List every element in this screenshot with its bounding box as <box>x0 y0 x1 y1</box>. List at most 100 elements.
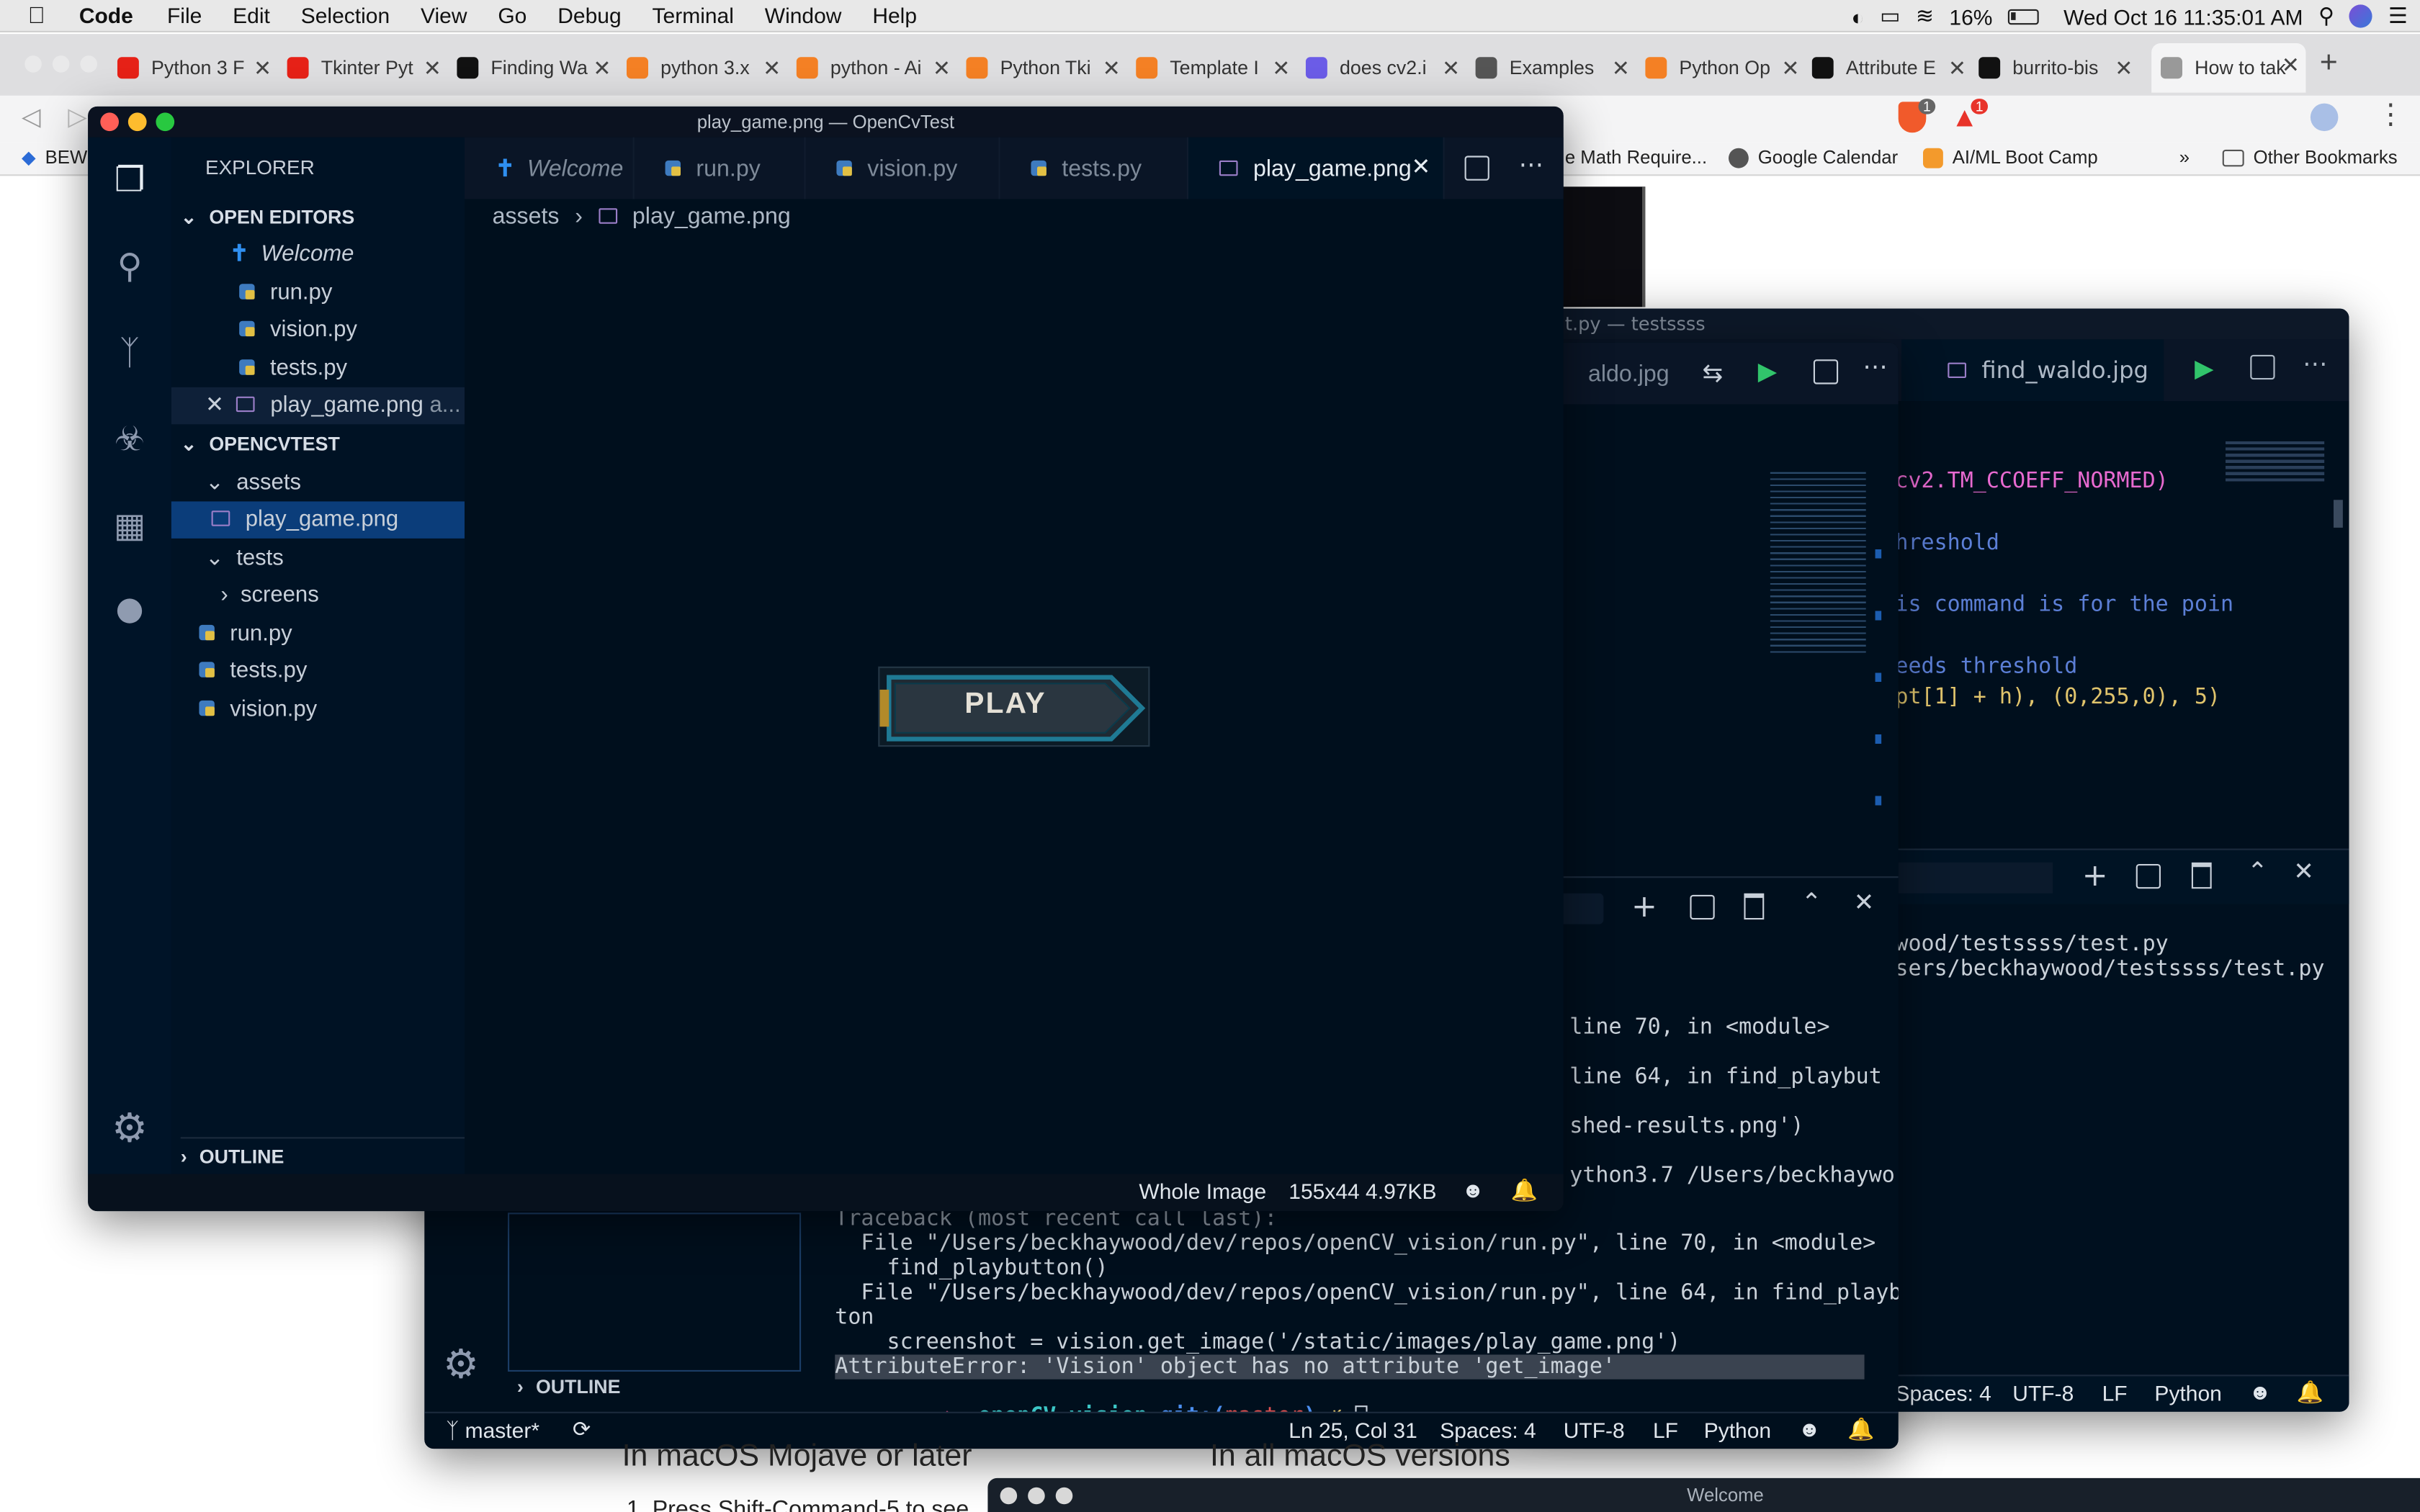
forward-icon[interactable]: ▷ <box>68 102 86 132</box>
search-icon[interactable]: ⚲ <box>109 248 150 289</box>
browser-tab[interactable]: burrito-bis ✕ <box>1978 46 2139 89</box>
tree-folder-tests[interactable]: ⌄ tests <box>205 540 498 577</box>
open-editor-play-game-png[interactable]: ✕ play_game.png a... <box>171 387 465 425</box>
menu-terminal[interactable]: Terminal <box>653 3 734 27</box>
battery-icon[interactable] <box>2007 8 2039 24</box>
debug-icon[interactable]: ☣ <box>109 421 150 462</box>
trash-icon[interactable] <box>2191 862 2212 889</box>
status-spaces[interactable]: Spaces: 4 <box>1895 1381 1991 1405</box>
browser-tab[interactable]: python - Ai ✕ <box>796 46 957 89</box>
extension-icon[interactable] <box>2310 103 2339 132</box>
close-button[interactable] <box>1000 1487 1018 1505</box>
close-panel-icon[interactable]: ✕ <box>2293 856 2314 886</box>
menu-window[interactable]: Window <box>765 3 842 27</box>
bookmark-math[interactable]: e Math Require... <box>1565 147 1707 168</box>
tree-file-play-game-png[interactable]: play_game.png <box>171 501 465 539</box>
minimize-button[interactable] <box>127 112 147 132</box>
explorer-icon[interactable]: ❐ <box>109 162 150 202</box>
browser-tab[interactable]: Attribute E ✕ <box>1811 46 1973 89</box>
tree-file-run-py[interactable]: run.py <box>199 616 492 652</box>
spotlight-search-icon[interactable]: ⚲ <box>2318 3 2334 29</box>
menu-icon[interactable]: ⋮ <box>2377 99 2405 131</box>
outline-section[interactable]: › OUTLINE <box>517 1376 621 1398</box>
feedback-smiley-icon[interactable]: ☻ <box>1461 1177 1484 1202</box>
split-terminal-icon[interactable] <box>1690 894 1715 920</box>
close-tab-icon[interactable]: ✕ <box>424 55 442 81</box>
tab-vision-py[interactable]: vision.py <box>806 137 1000 199</box>
close-tab-icon[interactable]: ✕ <box>1411 153 1430 180</box>
close-tab-icon[interactable]: ✕ <box>763 55 781 81</box>
status-image-mode[interactable]: Whole Image <box>1139 1179 1266 1203</box>
feedback-smiley-icon[interactable]: ☻ <box>2249 1380 2272 1404</box>
menu-edit[interactable]: Edit <box>233 3 270 27</box>
scrollbar[interactable] <box>2334 500 2343 528</box>
bookmarks-overflow[interactable]: » <box>2179 147 2190 168</box>
extensions-icon[interactable]: ▦ <box>109 508 150 548</box>
close-tab-icon[interactable]: ✕ <box>2115 55 2133 81</box>
feedback-smiley-icon[interactable]: ☻ <box>1798 1416 1821 1441</box>
close-tab-icon[interactable]: ✕ <box>593 55 611 81</box>
close-tab-icon[interactable]: ✕ <box>933 55 951 81</box>
tree-file-tests-py[interactable]: tests.py <box>199 652 492 689</box>
notification-bell-icon[interactable]: 🔔 <box>1847 1416 1874 1442</box>
close-tab-icon[interactable]: ✕ <box>1272 55 1290 81</box>
open-editors-header[interactable]: ⌄ OPEN EDITORS <box>181 199 474 235</box>
zoom-button[interactable] <box>1055 1487 1073 1505</box>
sync-icon[interactable]: ⟳ <box>573 1416 591 1442</box>
browser-tab[interactable]: Tkinter Pyt ✕ <box>287 46 448 89</box>
close-tab-icon[interactable]: ✕ <box>1612 55 1630 81</box>
tab-play-game-png[interactable]: play_game.png ✕ <box>1188 137 1445 199</box>
menu-file[interactable]: File <box>167 3 202 27</box>
back-icon[interactable]: ◁ <box>22 102 40 132</box>
tab-welcome[interactable]: ✝ Welcome <box>465 137 635 199</box>
json-icon[interactable] <box>109 594 150 634</box>
source-control-icon[interactable]: ᛉ <box>109 335 150 375</box>
split-editor-icon[interactable] <box>2250 354 2275 380</box>
bookmark-other[interactable]: Other Bookmarks <box>2222 147 2398 168</box>
close-tab-icon[interactable]: ✕ <box>1948 55 1966 81</box>
airplay-icon[interactable]: ▭ <box>1880 3 1900 29</box>
bookmark-bew[interactable]: ◆ BEW <box>22 147 87 168</box>
split-editor-icon[interactable] <box>1813 359 1839 384</box>
browser-tab[interactable]: Python Tki ✕ <box>966 46 1126 89</box>
browser-tab[interactable]: python 3.x ✕ <box>627 46 787 89</box>
scrollbar[interactable] <box>1875 549 1882 812</box>
more-actions-icon[interactable]: ⋯ <box>1519 150 1543 181</box>
close-tab-icon[interactable]: ✕ <box>1781 55 1799 81</box>
wifi-icon[interactable]: ≋ <box>1916 3 1934 29</box>
maximize-panel-icon[interactable]: ⌃ <box>2247 856 2268 886</box>
menu-go[interactable]: Go <box>498 3 526 27</box>
notification-bell-icon[interactable]: 🔔 <box>2297 1380 2323 1405</box>
app-menu[interactable]: Code <box>79 3 133 27</box>
tab-find-waldo[interactable]: find_waldo.jpg <box>1901 339 2164 402</box>
close-panel-icon[interactable]: ✕ <box>1854 887 1875 917</box>
maximize-panel-icon[interactable]: ⌃ <box>1801 887 1822 917</box>
notification-bell-icon[interactable]: 🔔 <box>1511 1177 1538 1203</box>
clock[interactable]: Wed Oct 16 11:35:01 AM <box>2063 4 2303 28</box>
close-editor-icon[interactable]: ✕ <box>205 393 224 418</box>
status-encoding[interactable]: UTF-8 <box>2012 1381 2074 1405</box>
project-header[interactable]: ⌄ OPENCVTEST <box>181 426 474 462</box>
open-changes-icon[interactable]: ⇆ <box>1703 358 1724 387</box>
bookmark-google-calendar[interactable]: Google Calendar <box>1729 147 1898 168</box>
status-eol[interactable]: LF <box>2102 1381 2128 1405</box>
menu-help[interactable]: Help <box>872 3 917 27</box>
breadcrumb-file[interactable]: play_game.png <box>632 204 791 230</box>
run-icon[interactable]: ▶ <box>1758 356 1777 386</box>
breadcrumb-folder[interactable]: assets <box>493 204 560 230</box>
manage-gear-icon[interactable]: ⚙ <box>443 1342 479 1388</box>
notification-center-icon[interactable]: ☰ <box>2388 3 2408 29</box>
close-tab-icon[interactable]: ✕ <box>254 55 272 81</box>
menu-selection[interactable]: Selection <box>301 3 390 27</box>
status-language[interactable]: Python <box>2154 1381 2221 1405</box>
manage-gear-icon[interactable]: ⚙ <box>109 1110 150 1150</box>
run-icon[interactable]: ▶ <box>2195 354 2213 383</box>
bookmark-ai-ml[interactable]: AI/ML Boot Camp <box>1923 147 2098 168</box>
apple-icon[interactable]:  <box>28 2 45 28</box>
status-encoding[interactable]: UTF-8 <box>1564 1418 1625 1442</box>
close-tab-icon[interactable]: ✕ <box>1103 55 1121 81</box>
more-actions-icon[interactable]: ⋯ <box>2303 348 2327 378</box>
minimize-button[interactable] <box>1028 1487 1045 1505</box>
browser-tab[interactable]: Template I ✕ <box>1136 46 1296 89</box>
browser-tab[interactable]: Python Op ✕ <box>1645 46 1806 89</box>
